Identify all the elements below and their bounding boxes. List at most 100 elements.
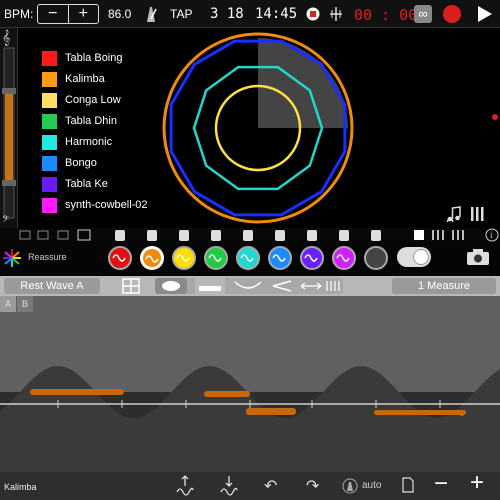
waveform-area[interactable] [0, 296, 500, 472]
instrument-button[interactable] [204, 246, 228, 270]
loop-button[interactable]: ∞ [414, 5, 432, 23]
instrument-button[interactable] [140, 246, 164, 270]
grid-icon[interactable] [122, 278, 140, 294]
stretch-icon [300, 282, 322, 290]
redo-icon[interactable]: ↷ [306, 476, 319, 496]
wave-name-button[interactable]: Rest Wave A [4, 278, 100, 294]
shift-down-icon[interactable] [220, 474, 238, 496]
tap-button[interactable]: TAP [170, 7, 192, 21]
editor-toolbar: Rest Wave A 1 Measure [0, 276, 500, 296]
edge-indicator [492, 114, 498, 120]
wave-glyph-icon [208, 254, 222, 262]
lock-icon[interactable] [275, 230, 285, 241]
legend-item: Tabla Dhin [42, 113, 117, 129]
legend-item: Kalimba [42, 71, 105, 87]
note-segment[interactable] [374, 410, 466, 415]
top-toolbar: BPM: − + 86.0 TAP 3 18 14:45 00 : 00 ∞ [0, 0, 500, 28]
legend-item: Tabla Boing [42, 50, 123, 66]
rhythm-canvas[interactable]: Tabla Boing Kalimba Conga Low Tabla Dhin… [18, 28, 500, 228]
measure-selector[interactable]: 1 Measure [392, 278, 496, 294]
shift-up-icon[interactable] [176, 474, 194, 496]
wave-glyph-icon [240, 254, 254, 262]
eye-icon [162, 281, 180, 291]
reassure-label[interactable]: Reassure [28, 252, 67, 262]
wave-glyph-icon [145, 255, 159, 263]
play-icon[interactable] [474, 4, 494, 24]
bars-icon [326, 281, 340, 291]
legend-item: synth-cowbell-02 [42, 197, 148, 213]
polygon-visualizer[interactable] [158, 28, 358, 228]
wave-glyph-icon [336, 254, 350, 262]
instrument-name: Kalimba [4, 482, 37, 492]
mute-toggle[interactable] [397, 247, 431, 267]
page-icon[interactable] [402, 477, 414, 493]
legend-swatch [42, 92, 57, 108]
wave-glyph-icon [304, 254, 318, 262]
instrument-button[interactable] [300, 246, 324, 270]
svg-text:𝄞: 𝄞 [2, 30, 10, 46]
instrument-button[interactable] [236, 246, 260, 270]
legend-swatch [42, 50, 57, 66]
lock-icon[interactable] [147, 230, 157, 241]
lock-icon[interactable] [115, 230, 125, 241]
auto-label[interactable]: auto [362, 480, 381, 491]
curve-shape-icon [234, 281, 262, 289]
instrument-row: Reassure [0, 242, 500, 276]
volume-slider-strip[interactable]: 𝄞 𝄢 [0, 28, 18, 228]
playhead-sector [258, 38, 348, 128]
instrument-button[interactable] [332, 246, 356, 270]
lock-icon[interactable] [339, 230, 349, 241]
clock-display: 14:45 [255, 6, 298, 22]
lock-icon[interactable] [243, 230, 253, 241]
bpm-stepper[interactable]: − + [37, 4, 99, 24]
bpm-value: 86.0 [108, 7, 132, 21]
legend-swatch [42, 71, 57, 87]
angle-shape-icon [272, 280, 292, 292]
stop-icon[interactable] [306, 7, 320, 21]
music-notes-icon[interactable] [446, 206, 462, 222]
tab-a[interactable]: A [0, 296, 16, 312]
lock-icon[interactable] [211, 230, 221, 241]
lock-row [0, 228, 500, 242]
lock-icon[interactable] [307, 230, 317, 241]
auto-metronome-icon[interactable] [342, 478, 358, 494]
svg-text:𝄢: 𝄢 [2, 214, 9, 227]
zoom-in-button[interactable]: + [470, 469, 484, 497]
lock-icon[interactable] [371, 230, 381, 241]
note-end-handle[interactable] [459, 410, 465, 416]
flat-shape-icon [199, 286, 221, 291]
legend-swatch [42, 134, 57, 150]
tab-b[interactable]: B [17, 296, 33, 312]
bpm-increase-button[interactable]: + [67, 5, 99, 23]
bpm-label: BPM: [4, 7, 34, 21]
timer-display: 00 : 00 [354, 6, 418, 24]
wave-glyph-icon [112, 254, 126, 262]
legend-swatch [42, 176, 57, 192]
legend-item: Conga Low [42, 92, 121, 108]
undo-icon[interactable]: ↶ [264, 476, 277, 496]
wave-glyph-icon [272, 254, 286, 262]
wave-shape-selector[interactable] [155, 278, 343, 294]
zoom-out-button[interactable]: − [434, 470, 448, 498]
bpm-decrease-button[interactable]: − [38, 5, 68, 23]
metronome-icon[interactable] [144, 5, 158, 23]
note-segment[interactable] [204, 391, 250, 397]
legend-item: Harmonic [42, 134, 112, 150]
ab-tabs: A B [0, 296, 34, 314]
legend-swatch [42, 197, 57, 213]
instrument-button[interactable] [108, 246, 132, 270]
camera-icon[interactable] [466, 248, 490, 266]
instrument-button[interactable] [364, 246, 388, 270]
tuning-fork-icon[interactable] [328, 6, 344, 22]
instrument-button[interactable] [268, 246, 292, 270]
record-button[interactable] [442, 4, 462, 24]
note-segment[interactable] [246, 408, 296, 415]
note-segment[interactable] [30, 389, 124, 395]
reassure-burst-icon[interactable] [2, 248, 22, 268]
mixer-bars-icon[interactable] [470, 206, 484, 222]
time-signature: 3 18 [210, 6, 244, 22]
wave-editor[interactable]: A B [0, 276, 500, 500]
instrument-button[interactable] [172, 246, 196, 270]
wave-glyph-icon [176, 254, 190, 262]
lock-icon[interactable] [179, 230, 189, 241]
